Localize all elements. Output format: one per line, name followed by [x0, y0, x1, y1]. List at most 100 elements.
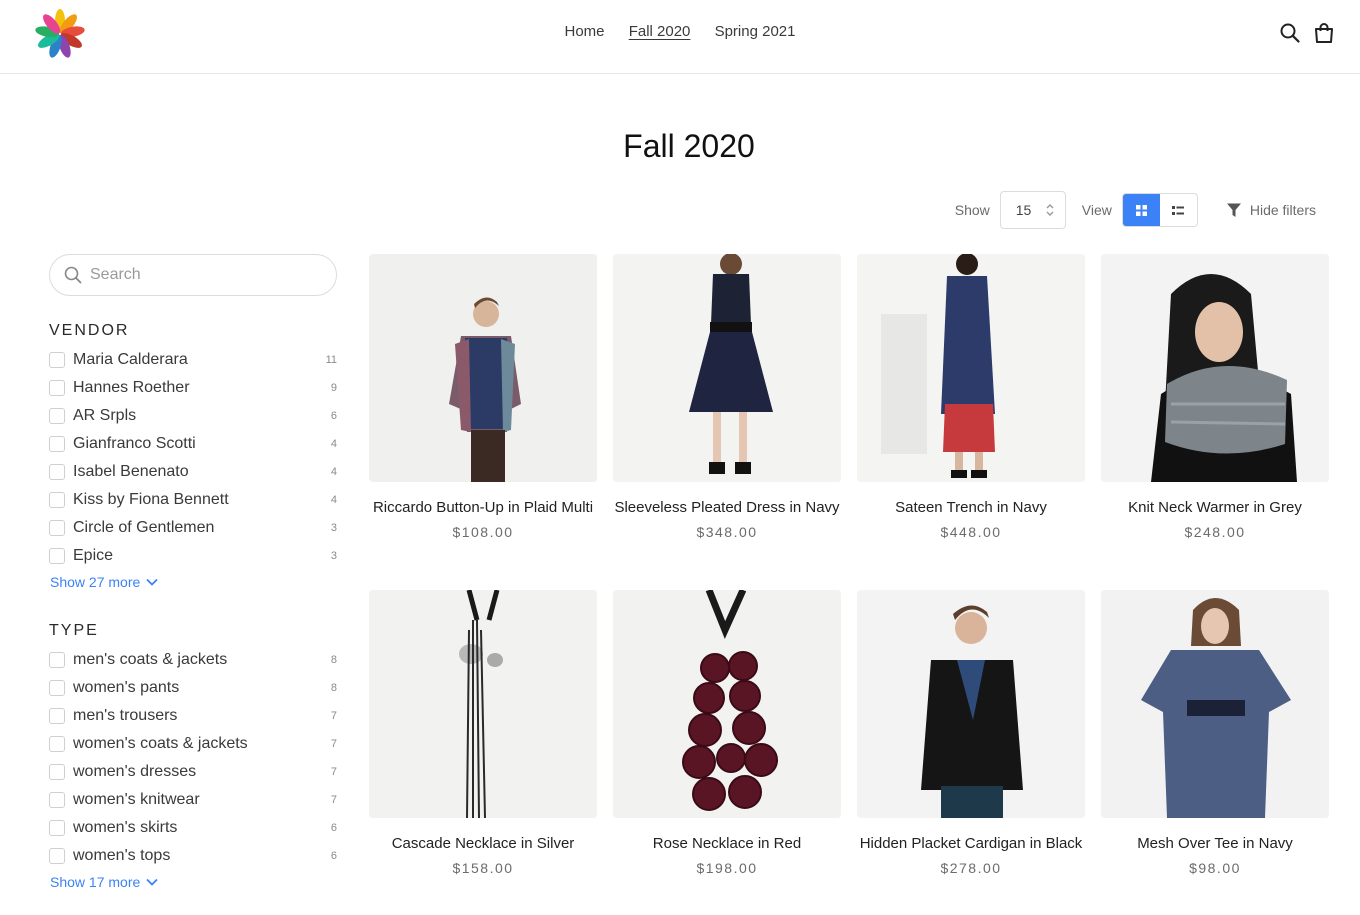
product-card[interactable]: Mesh Over Tee in Navy $98.00 — [1101, 590, 1329, 876]
facet-option-count: 6 — [330, 822, 337, 834]
product-price: $278.00 — [940, 860, 1002, 876]
product-image[interactable] — [613, 590, 841, 818]
facet-checkbox[interactable] — [49, 548, 65, 564]
hide-filters-button[interactable]: Hide filters — [1226, 202, 1316, 219]
facet-checkbox[interactable] — [49, 736, 65, 752]
product-image[interactable] — [1101, 254, 1329, 482]
facet-option-label: Circle of Gentlemen — [73, 519, 215, 536]
facet-checkbox[interactable] — [49, 680, 65, 696]
vendor-facet-list: Maria Calderara 11 Hannes Roether 9 AR Srpls… — [49, 346, 337, 570]
facet-option[interactable]: women's tops 6 — [49, 842, 337, 870]
product-price: $248.00 — [1184, 524, 1246, 540]
facet-checkbox[interactable] — [49, 520, 65, 536]
product-card[interactable]: Rose Necklace in Red $198.00 — [613, 590, 841, 876]
nav-spring-2021[interactable]: Spring 2021 — [715, 23, 796, 42]
product-image[interactable] — [613, 254, 841, 482]
facet-option[interactable]: women's knitwear 7 — [49, 786, 337, 814]
facet-option[interactable]: women's pants 8 — [49, 674, 337, 702]
product-name[interactable]: Rose Necklace in Red — [613, 835, 841, 852]
product-name[interactable]: Hidden Placket Cardigan in Black — [857, 835, 1085, 852]
facet-option[interactable]: women's skirts 6 — [49, 814, 337, 842]
search-icon[interactable] — [1280, 22, 1300, 44]
product-image[interactable] — [369, 590, 597, 818]
facet-checkbox[interactable] — [49, 464, 65, 480]
product-card[interactable]: Sateen Trench in Navy $448.00 — [857, 254, 1085, 540]
show-count-value: 15 — [1015, 202, 1032, 218]
list-view-button[interactable] — [1160, 194, 1197, 226]
view-label: View — [1081, 202, 1112, 218]
grid-view-button[interactable] — [1122, 194, 1160, 226]
facet-option-label: women's coats & jackets — [73, 735, 248, 752]
facet-option[interactable]: women's dresses 7 — [49, 758, 337, 786]
filter-search-input[interactable] — [90, 266, 310, 284]
facet-checkbox[interactable] — [49, 352, 65, 368]
facet-option-count: 3 — [330, 522, 337, 534]
facet-option[interactable]: men's coats & jackets 8 — [49, 646, 337, 674]
facet-option[interactable]: men's trousers 7 — [49, 702, 337, 730]
product-name[interactable]: Mesh Over Tee in Navy — [1101, 835, 1329, 852]
facet-option-label: Hannes Roether — [73, 379, 190, 396]
product-card[interactable]: Sleeveless Pleated Dress in Navy $348.00 — [613, 254, 841, 540]
product-card[interactable]: Knit Neck Warmer in Grey $248.00 — [1101, 254, 1329, 540]
facet-checkbox[interactable] — [49, 848, 65, 864]
facet-option-count: 3 — [330, 550, 337, 562]
product-name[interactable]: Sleeveless Pleated Dress in Navy — [613, 499, 841, 516]
product-card[interactable]: Riccardo Button-Up in Plaid Multi $108.0… — [369, 254, 597, 540]
product-image[interactable] — [857, 254, 1085, 482]
facet-option[interactable]: women's coats & jackets 7 — [49, 730, 337, 758]
facet-option-count: 4 — [330, 466, 337, 478]
grid-icon — [1135, 204, 1147, 216]
nav-fall-2020[interactable]: Fall 2020 — [629, 23, 691, 42]
product-name[interactable]: Knit Neck Warmer in Grey — [1101, 499, 1329, 516]
nav-home[interactable]: Home — [565, 23, 605, 42]
product-price: $198.00 — [696, 860, 758, 876]
facet-option[interactable]: Kiss by Fiona Bennett 4 — [49, 486, 337, 514]
page-title: Fall 2020 — [623, 128, 755, 164]
type-show-more[interactable]: Show 17 more — [50, 874, 337, 890]
product-image[interactable] — [1101, 590, 1329, 818]
facet-checkbox[interactable] — [49, 820, 65, 836]
facet-option-label: Kiss by Fiona Bennett — [73, 491, 229, 508]
product-name[interactable]: Sateen Trench in Navy — [857, 499, 1085, 516]
facet-option[interactable]: Gianfranco Scotti 4 — [49, 430, 337, 458]
facet-option-count: 6 — [330, 410, 337, 422]
facet-option-label: AR Srpls — [73, 407, 137, 424]
product-card[interactable]: Hidden Placket Cardigan in Black $278.00 — [857, 590, 1085, 876]
filter-icon — [1226, 203, 1241, 217]
type-facet-list: men's coats & jackets 8 women's pants 8 men'… — [49, 646, 337, 870]
facet-checkbox[interactable] — [49, 380, 65, 396]
product-image[interactable] — [369, 254, 597, 482]
show-count-select[interactable]: 15 — [999, 191, 1066, 229]
facet-checkbox[interactable] — [49, 436, 65, 452]
facet-option[interactable]: Hannes Roether 9 — [49, 374, 337, 402]
facet-option-label: Isabel Benenato — [73, 463, 189, 480]
facet-checkbox[interactable] — [49, 408, 65, 424]
facet-option-count: 6 — [330, 850, 337, 862]
view-toggle — [1121, 193, 1198, 227]
facet-option[interactable]: Circle of Gentlemen 3 — [49, 514, 337, 542]
site-header: Home Fall 2020 Spring 2021 — [0, 0, 1360, 74]
vendor-show-more[interactable]: Show 27 more — [50, 574, 337, 590]
facet-checkbox[interactable] — [49, 492, 65, 508]
facet-option-count: 4 — [330, 494, 337, 506]
chevron-updown-icon — [1046, 204, 1054, 216]
cart-icon[interactable] — [1314, 22, 1334, 44]
facet-option[interactable]: AR Srpls 6 — [49, 402, 337, 430]
filter-search — [49, 254, 337, 296]
collection-toolbar: Show 15 View Hide filters — [955, 191, 1316, 229]
product-card[interactable]: Cascade Necklace in Silver $158.00 — [369, 590, 597, 876]
facet-option-label: women's dresses — [73, 763, 197, 780]
facet-checkbox[interactable] — [49, 764, 65, 780]
facet-checkbox[interactable] — [49, 708, 65, 724]
facet-option[interactable]: Epice 3 — [49, 542, 337, 570]
facet-checkbox[interactable] — [49, 792, 65, 808]
facet-option[interactable]: Maria Calderara 11 — [49, 346, 337, 374]
product-name[interactable]: Cascade Necklace in Silver — [369, 835, 597, 852]
product-name[interactable]: Riccardo Button-Up in Plaid Multi — [369, 499, 597, 516]
search-icon — [64, 266, 82, 284]
product-image[interactable] — [857, 590, 1085, 818]
facet-option[interactable]: Isabel Benenato 4 — [49, 458, 337, 486]
facet-option-count: 4 — [330, 438, 337, 450]
facet-checkbox[interactable] — [49, 652, 65, 668]
main-nav: Home Fall 2020 Spring 2021 — [0, 23, 1360, 42]
